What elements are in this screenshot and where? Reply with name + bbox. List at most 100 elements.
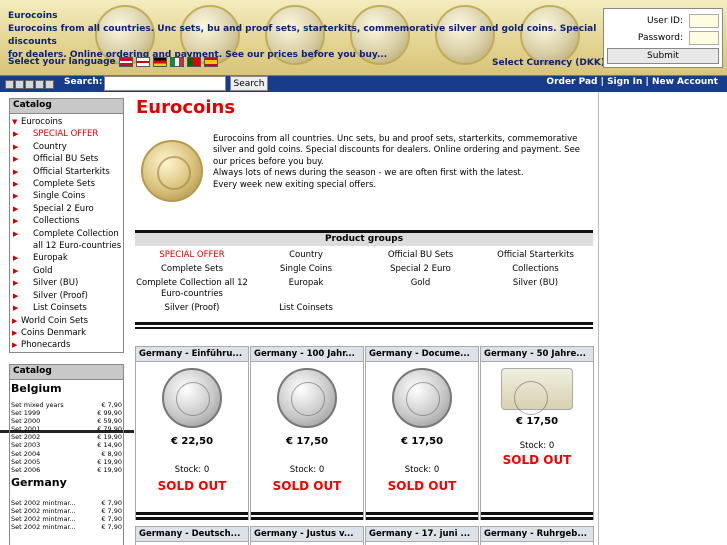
brand-tagline: Eurocoins from all countries. Unc sets, …	[8, 24, 597, 47]
password-label: Password:	[637, 32, 683, 43]
catalog-item[interactable]: ▶ Coins Denmark	[12, 327, 123, 339]
product-card[interactable]: Germany - 100 Jahr... € 17,50 Stock: 0 SOLD…	[250, 346, 364, 520]
product-image[interactable]	[392, 368, 452, 428]
italy-flag-icon[interactable]	[169, 57, 184, 67]
product-group-link[interactable]: Gold	[363, 277, 478, 302]
catalog-item[interactable]: ▶ Official Starterkits	[13, 166, 123, 178]
catalog-item[interactable]: ▶ Complete Collection all 12 Euro-countri…	[13, 228, 123, 253]
catalog-item[interactable]: ▶ Complete Sets	[13, 178, 123, 190]
password-field[interactable]	[689, 30, 719, 45]
product-group-link[interactable]: Country	[249, 249, 363, 263]
product-image[interactable]	[501, 368, 573, 415]
price-row[interactable]: Set 2002 mintmar... € 7,90	[10, 523, 123, 531]
catalog-item[interactable]: ▶ List Coinsets	[13, 302, 123, 314]
home-icon[interactable]	[5, 80, 14, 89]
price-row[interactable]: Set 2006 € 19,90	[10, 466, 123, 474]
product-group-link[interactable]: Silver (BU)	[478, 277, 593, 302]
sign-in-link[interactable]: Sign In	[607, 77, 642, 87]
currency-selector[interactable]: Select Currency (DKK)	[492, 58, 605, 68]
catalog-item[interactable]: ▶ SPECIAL OFFER	[13, 128, 123, 140]
catalog-item[interactable]: ▶ Country	[13, 141, 123, 153]
order-pad-link[interactable]: Order Pad	[546, 77, 597, 87]
product-group-link[interactable]: Complete Sets	[135, 263, 249, 277]
divider	[366, 510, 478, 520]
product-title[interactable]: Germany - Docume...	[366, 347, 478, 362]
product-group-link[interactable]: Silver (Proof)	[135, 302, 249, 316]
product-title[interactable]: Germany - Ruhrgeb...	[481, 527, 593, 542]
language-selector: Select your language	[8, 57, 218, 67]
sold-out-label: SOLD OUT	[502, 453, 572, 467]
search-button[interactable]: Search	[230, 76, 268, 91]
portugal-flag-icon[interactable]	[186, 57, 201, 67]
info-icon[interactable]	[15, 80, 24, 89]
product-title[interactable]: Germany - 100 Jahr...	[251, 347, 363, 362]
country-heading: Belgium	[11, 382, 62, 395]
price-row[interactable]: Set 2003 € 14,90	[10, 441, 123, 449]
product-row: Germany - Deutsch... Germany - Justus v..…	[135, 526, 595, 545]
product-card[interactable]: Germany - Einführu... € 22,50 Stock: 0 SOLD…	[135, 346, 249, 520]
price-row[interactable]: Set 2005 € 19,90	[10, 458, 123, 466]
product-title[interactable]: Germany - Einführu...	[136, 347, 248, 362]
product-image[interactable]	[162, 368, 222, 428]
product-group-link[interactable]: Official Starterkits	[478, 249, 593, 263]
left-column: Catalog ▼ Eurocoins ▶ SPECIAL OFFER ▶ Countr…	[0, 92, 134, 545]
product-card[interactable]: Germany - 50 Jahre... € 17,50 Stock: 0 SOLD…	[480, 346, 594, 520]
product-group-link[interactable]: Europak	[249, 277, 363, 302]
product-stock: Stock: 0	[289, 465, 325, 475]
submit-button[interactable]: Submit	[607, 48, 719, 64]
catalog-item[interactable]: ▶ Official BU Sets	[13, 153, 123, 165]
set-price: € 19,90	[97, 465, 122, 474]
price-row[interactable]: Set 2000 € 59,90	[10, 417, 123, 425]
price-row[interactable]: Set mixed years € 7,90	[10, 401, 123, 409]
catalog-item[interactable]: ▶ World Coin Sets	[12, 315, 123, 327]
catalog-item[interactable]: ▶ Collections	[13, 215, 123, 227]
product-title[interactable]: Germany - 17. juni ...	[366, 527, 478, 542]
separator: |	[645, 77, 649, 87]
product-group-link[interactable]: Single Coins	[249, 263, 363, 277]
product-group-link[interactable]: Complete Collection all 12 Euro-countrie…	[135, 277, 249, 302]
product-card[interactable]: Germany - Ruhrgeb...	[480, 526, 594, 545]
catalog-item[interactable]: ▶ Gold	[13, 265, 123, 277]
product-card[interactable]: Germany - 17. juni ...	[365, 526, 479, 545]
search-input[interactable]	[104, 76, 226, 91]
binoculars-icon[interactable]	[45, 80, 54, 89]
catalog-item[interactable]: ▶ Single Coins	[13, 190, 123, 202]
product-card[interactable]: Germany - Docume... € 17,50 Stock: 0 SOLD O…	[365, 346, 479, 520]
product-group-link[interactable]: SPECIAL OFFER	[135, 249, 249, 263]
mail-icon[interactable]	[35, 80, 44, 89]
catalog-item[interactable]: ▶ Special 2 Euro	[13, 203, 123, 215]
price-row[interactable]: Set 2001 € 79,90	[10, 425, 123, 433]
print-icon[interactable]	[25, 80, 34, 89]
new-account-link[interactable]: New Account	[652, 77, 718, 87]
price-row[interactable]: Set 1999 € 99,90	[10, 409, 123, 417]
product-image[interactable]	[277, 368, 337, 428]
catalog-item[interactable]: ▶ Europak	[13, 252, 123, 264]
price-row[interactable]: Set 2002 € 19,90	[10, 433, 123, 441]
catalog-item[interactable]: ▶ Silver (Proof)	[13, 290, 123, 302]
price-row[interactable]: Set 2004 € 8,90	[10, 450, 123, 458]
product-card[interactable]: Germany - Justus v...	[250, 526, 364, 545]
set-price: € 7,90	[101, 498, 122, 507]
catalog-item-eurocoins[interactable]: ▼ Eurocoins	[12, 116, 123, 128]
set-name: Set 2002 mintmar...	[11, 498, 76, 507]
uk-flag-icon[interactable]	[135, 57, 150, 67]
product-card[interactable]: Germany - Deutsch...	[135, 526, 249, 545]
spain-flag-icon[interactable]	[203, 57, 218, 67]
product-title[interactable]: Germany - 50 Jahre...	[481, 347, 593, 362]
set-name: Set 2004	[11, 449, 41, 458]
price-row[interactable]: Set 2002 mintmar... € 7,90	[10, 515, 123, 523]
price-row[interactable]: Set 2002 mintmar... € 7,90	[10, 499, 123, 507]
price-row[interactable]: Set 2002 mintmar... € 7,90	[10, 507, 123, 515]
user-id-field[interactable]	[689, 13, 719, 28]
set-name: Set 1999	[11, 409, 41, 418]
product-title[interactable]: Germany - Justus v...	[251, 527, 363, 542]
product-group-link[interactable]: List Coinsets	[249, 302, 363, 316]
catalog-item[interactable]: ▶ Silver (BU)	[13, 277, 123, 289]
product-group-link[interactable]: Special 2 Euro	[363, 263, 478, 277]
product-title[interactable]: Germany - Deutsch...	[136, 527, 248, 542]
catalog-item[interactable]: ▶ Phonecards	[12, 339, 123, 351]
product-group-link[interactable]: Collections	[478, 263, 593, 277]
denmark-flag-icon[interactable]	[118, 57, 133, 67]
product-group-link[interactable]: Official BU Sets	[363, 249, 478, 263]
germany-flag-icon[interactable]	[152, 57, 167, 67]
